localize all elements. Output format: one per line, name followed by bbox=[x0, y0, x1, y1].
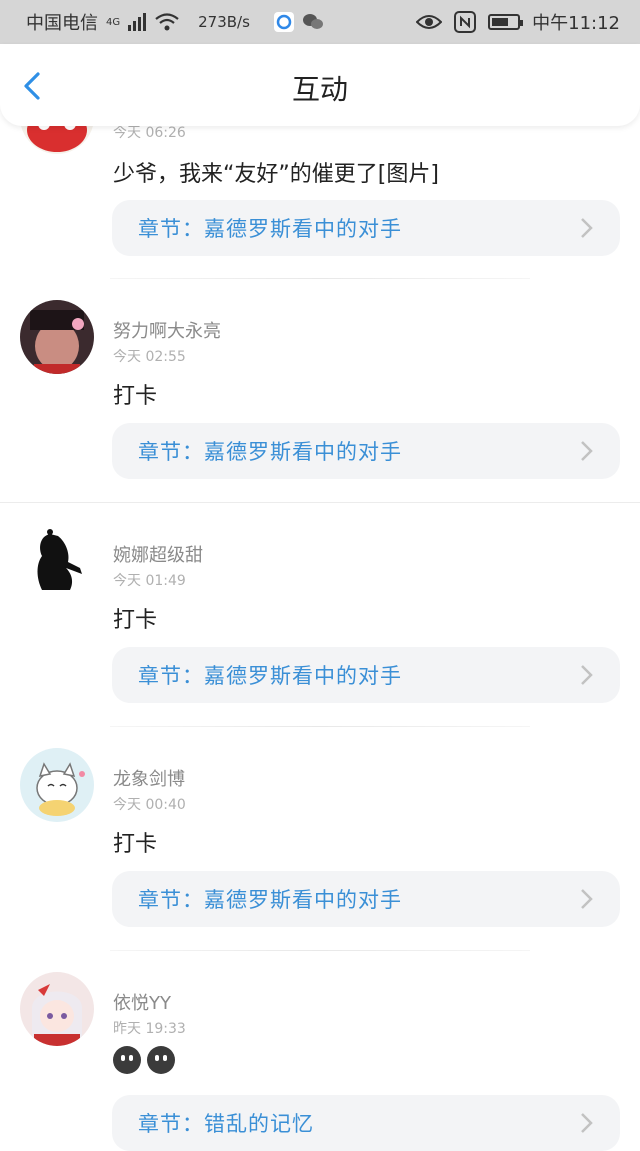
eye-icon bbox=[416, 15, 443, 29]
chapter-label: 章节：嘉德罗斯看中的对手 bbox=[138, 440, 402, 464]
chevron-right-icon bbox=[581, 665, 593, 685]
item-username: 依悦YY bbox=[113, 993, 171, 1014]
divider bbox=[110, 278, 530, 279]
item-message: 少爷，我来“友好”的催更了[图片] bbox=[113, 162, 439, 187]
chapter-label: 章节：嘉德罗斯看中的对手 bbox=[138, 664, 402, 688]
item-message bbox=[113, 1046, 181, 1074]
chapter-label: 章节：错乱的记忆 bbox=[138, 1112, 314, 1136]
divider bbox=[110, 726, 530, 727]
nfc-icon bbox=[454, 11, 477, 33]
speed-label: 273B/s bbox=[198, 13, 250, 31]
network-label: 4G bbox=[106, 17, 121, 28]
chapter-link[interactable]: 章节：错乱的记忆 bbox=[112, 1095, 620, 1151]
chapter-link[interactable]: 章节：嘉德罗斯看中的对手 bbox=[112, 647, 620, 703]
battery-icon bbox=[488, 14, 524, 30]
item-time: 今天 00:40 bbox=[113, 797, 186, 813]
chevron-right-icon bbox=[581, 218, 593, 238]
avatar[interactable] bbox=[20, 300, 94, 374]
item-time: 今天 02:55 bbox=[113, 349, 186, 365]
top-nav-bar: 互动 bbox=[0, 44, 640, 126]
wechat-icon bbox=[302, 14, 323, 29]
clock-label: 中午11:12 bbox=[532, 13, 620, 34]
grin-emoji-icon bbox=[147, 1046, 175, 1074]
divider bbox=[110, 950, 530, 951]
chapter-link[interactable]: 章节：嘉德罗斯看中的对手 bbox=[112, 423, 620, 479]
carrier-label: 中国电信 bbox=[26, 13, 98, 34]
chapter-label: 章节：嘉德罗斯看中的对手 bbox=[138, 217, 402, 241]
divider bbox=[0, 502, 640, 503]
signal-icon bbox=[128, 13, 147, 31]
item-message: 打卡 bbox=[113, 384, 158, 409]
interaction-feed: 今天 06:26 少爷，我来“友好”的催更了[图片] 章节：嘉德罗斯看中的对手 … bbox=[0, 0, 640, 1151]
item-message: 打卡 bbox=[113, 608, 158, 633]
chevron-right-icon bbox=[581, 889, 593, 909]
chapter-link[interactable]: 章节：嘉德罗斯看中的对手 bbox=[112, 871, 620, 927]
item-username: 龙象剑博 bbox=[113, 769, 185, 790]
status-bar: 中国电信 4G 273B/s 中午11:12 bbox=[0, 0, 640, 44]
item-username: 婉娜超级甜 bbox=[113, 545, 203, 566]
item-username: 努力啊大永亮 bbox=[113, 321, 221, 342]
avatar[interactable] bbox=[20, 524, 94, 598]
item-message: 打卡 bbox=[113, 832, 158, 857]
chapter-label: 章节：嘉德罗斯看中的对手 bbox=[138, 888, 402, 912]
chevron-right-icon bbox=[581, 1113, 593, 1133]
page-title: 互动 bbox=[291, 73, 348, 106]
grin-emoji-icon bbox=[113, 1046, 141, 1074]
item-time: 今天 01:49 bbox=[113, 573, 186, 589]
chapter-link[interactable]: 章节：嘉德罗斯看中的对手 bbox=[112, 200, 620, 256]
item-time: 昨天 19:33 bbox=[113, 1021, 186, 1037]
chevron-right-icon bbox=[581, 441, 593, 461]
browser-app-icon bbox=[273, 12, 294, 32]
wifi-icon bbox=[155, 13, 179, 31]
avatar[interactable] bbox=[20, 748, 94, 822]
avatar[interactable] bbox=[20, 972, 94, 1046]
